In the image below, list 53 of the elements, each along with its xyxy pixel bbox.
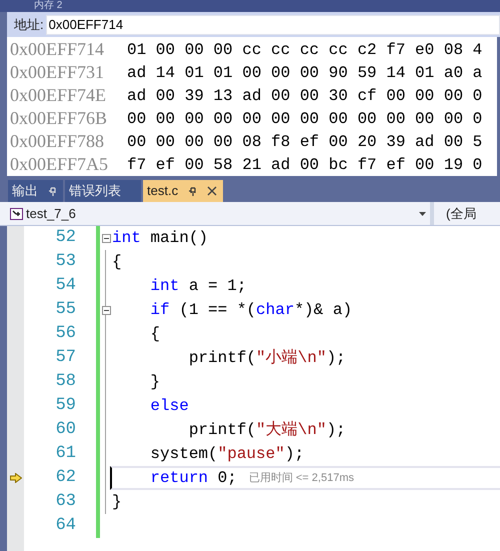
memory-bytes: ad 14 01 01 00 00 00 90 59 14 01 a0 a	[127, 62, 482, 84]
memory-address: 0x00EFF714	[9, 38, 106, 61]
close-icon[interactable]	[207, 186, 218, 196]
code-line: }	[112, 492, 122, 513]
line-number: 54	[54, 275, 76, 297]
collapse-icon[interactable]	[102, 234, 110, 242]
memory-bytes: 01 00 00 00 cc cc cc cc c2 f7 e0 08 4	[127, 40, 482, 60]
line-number: 53	[54, 251, 76, 273]
project-icon	[10, 208, 23, 220]
tab[interactable]: test.c	[143, 180, 224, 202]
line-number: 60	[54, 419, 76, 441]
memory-address: 0x00EFF76B	[9, 107, 108, 130]
line-number: 59	[54, 395, 76, 417]
line-number: 61	[54, 443, 76, 465]
code-line: printf("小端\n");	[188, 348, 346, 369]
memory-bytes: f7 ef 00 58 21 ad 00 bc f7 ef 00 19 0	[127, 154, 482, 176]
line-number: 55	[54, 299, 76, 321]
global-scope-dropdown[interactable]: (全局	[434, 202, 500, 225]
code-line: int a = 1;	[149, 276, 246, 297]
memory-address: 0x00EFF731	[9, 61, 106, 84]
memory-bytes: 00 00 00 00 08 f8 ef 00 20 39 ad 00 5	[127, 132, 482, 152]
code-line: int main()	[112, 228, 208, 249]
code-line: }	[149, 372, 160, 393]
line-number: 62	[54, 467, 76, 489]
tab[interactable]: 错误列表	[65, 180, 141, 202]
memory-bytes: 00 00 00 00 00 00 00 00 00 00 00 00 0	[127, 108, 482, 130]
memory-address: 0x00EFF7A5	[9, 153, 110, 176]
collapse-icon[interactable]	[102, 306, 110, 314]
code-line: return 0;	[149, 468, 237, 489]
scope-label: test_7_6	[26, 204, 77, 223]
code-line: if (1 == *(char*)& a)	[149, 300, 352, 321]
code-line: system("pause");	[149, 444, 304, 465]
caret-icon[interactable]	[419, 212, 426, 216]
scope-dropdown[interactable]: test_7_6	[0, 202, 430, 225]
tab[interactable]: 输出	[8, 180, 63, 202]
memory-address: 0x00EFF74E	[9, 84, 108, 107]
line-number: 56	[54, 323, 76, 345]
line-number: 52	[54, 227, 76, 249]
pin-icon[interactable]	[188, 186, 198, 196]
address-label: 地址:	[14, 16, 44, 34]
address-field[interactable]: 0x00EFF714	[46, 14, 500, 34]
line-number: 58	[54, 371, 76, 393]
line-number: 64	[54, 515, 76, 537]
line-number: 63	[54, 491, 76, 513]
memory-address: 0x00EFF788	[9, 130, 106, 153]
memory-bytes: ad 00 39 13 ad 00 00 30 cf 00 00 00 0	[127, 86, 482, 106]
code-line: printf("大端\n");	[188, 420, 346, 441]
line-number: 57	[54, 347, 76, 369]
code-line: {	[149, 324, 160, 345]
code-line: else	[149, 396, 189, 417]
elapsed-time-hint: 已用时间 <= 2,517ms	[248, 470, 354, 486]
code-line: {	[112, 252, 122, 273]
window-title: 内存 2	[34, 0, 62, 12]
